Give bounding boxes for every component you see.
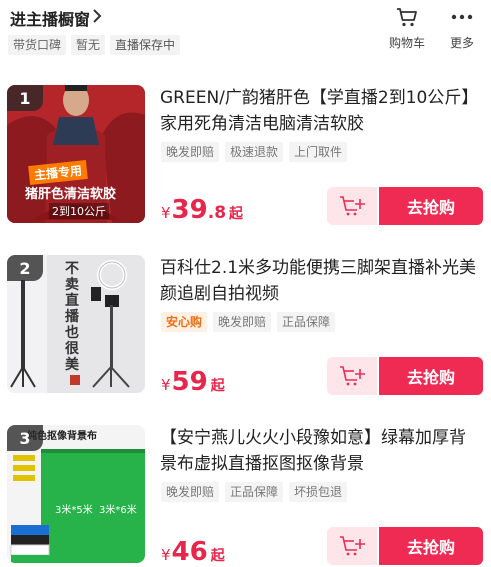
price-currency: ¥: [161, 204, 171, 222]
product-price: ¥ 59 起: [161, 367, 225, 397]
reputation-label: 带货口碑: [8, 35, 67, 55]
product-card[interactable]: 3 纯色抠像背景布 3米*5米 3米*6米 【安宁燕儿火火小段豫如意】绿幕加厚背…: [0, 425, 491, 567]
enter-showcase-link[interactable]: 进主播橱窗: [10, 6, 102, 30]
reputation-value: 暂无: [71, 35, 106, 55]
price-currency: ¥: [161, 376, 171, 394]
service-badge: 极速退款: [225, 142, 284, 162]
add-to-cart-button[interactable]: [327, 187, 377, 225]
price-currency: ¥: [161, 546, 171, 564]
service-badge: 正品保障: [225, 482, 284, 502]
add-to-cart-button[interactable]: [327, 527, 377, 565]
product-title[interactable]: 【安宁燕儿火火小段豫如意】绿幕加厚背景布虚拟直播抠图抠像背景: [160, 425, 480, 477]
price-decimal: .8: [207, 203, 227, 223]
buy-now-button[interactable]: 去抢购: [379, 527, 483, 565]
thumb-caption: 2到10公斤: [49, 203, 109, 219]
product-price: ¥ 39 .8 起: [161, 195, 243, 225]
shop-title-text: 进主播橱窗: [10, 10, 91, 29]
product-title[interactable]: GREEN/广韵猪肝色【学直播2到10公斤】家用死角清洁电脑清洁软胶: [160, 85, 480, 137]
thumb-caption: 猪肝色清洁软胶: [25, 187, 117, 202]
cart-button[interactable]: 购物车: [382, 4, 432, 51]
price-integer: 39: [171, 195, 208, 225]
more-label: 更多: [449, 36, 474, 50]
service-badges: 晚发即赔 极速退款 上门取件: [161, 142, 348, 162]
price-suffix: 起: [210, 378, 225, 394]
more-dots-icon: [437, 4, 487, 30]
buy-now-button[interactable]: 去抢购: [379, 187, 483, 225]
thumb-caption: 3米*5米: [55, 505, 93, 516]
price-suffix: 起: [229, 206, 244, 222]
service-badge: 晚发即赔: [213, 312, 272, 332]
reputation-tags: 带货口碑 暂无 直播保存中: [8, 35, 181, 55]
price-suffix: 起: [210, 548, 225, 564]
product-title[interactable]: 百科仕2.1米多功能便携三脚架直播补光美颜追剧自拍视频: [160, 255, 480, 307]
product-image[interactable]: 1 主播专用 猪肝色清洁软胶 2到10公斤: [7, 85, 145, 223]
add-cart-icon: [340, 536, 365, 556]
thumb-caption: 不卖直播也很美: [65, 261, 79, 373]
buy-now-button[interactable]: 去抢购: [379, 357, 483, 395]
service-badge: 上门取件: [289, 142, 348, 162]
shop-header: 进主播橱窗 带货口碑 暂无 直播保存中 购物车 更多: [0, 0, 491, 62]
more-button[interactable]: 更多: [437, 4, 487, 51]
rank-badge: 1: [7, 85, 43, 111]
rank-badge: 3: [7, 425, 43, 451]
product-image[interactable]: 3 纯色抠像背景布 3米*5米 3米*6米: [7, 425, 145, 563]
chevron-right-icon: [92, 9, 102, 27]
service-badges: 安心购 晚发即赔 正品保障: [161, 312, 336, 332]
product-image[interactable]: 2 不卖直播也很美: [7, 255, 145, 393]
service-badges: 晚发即赔 正品保障 坏损包退: [161, 482, 348, 502]
price-integer: 46: [171, 537, 208, 567]
service-badge: 晚发即赔: [161, 482, 220, 502]
service-badge: 晚发即赔: [161, 142, 220, 162]
live-status-tag: 直播保存中: [110, 35, 181, 55]
safe-buy-badge: 安心购: [161, 312, 208, 332]
price-integer: 59: [171, 367, 208, 397]
product-card[interactable]: 1 主播专用 猪肝色清洁软胶 2到10公斤 GREEN/广韵猪肝色【学直播2到1…: [0, 85, 491, 235]
service-badge: 坏损包退: [289, 482, 348, 502]
add-to-cart-button[interactable]: [327, 357, 377, 395]
add-cart-icon: [340, 196, 365, 216]
service-badge: 正品保障: [277, 312, 336, 332]
product-card[interactable]: 2 不卖直播也很美 百科仕2.1米多功能便携三脚架直播补光美颜追剧自拍视频 安心…: [0, 255, 491, 405]
cart-label: 购物车: [388, 36, 425, 50]
product-price: ¥ 46 起: [161, 537, 225, 567]
thumb-caption: 3米*6米: [99, 505, 137, 516]
rank-badge: 2: [7, 255, 43, 281]
add-cart-icon: [340, 366, 365, 386]
cart-icon: [382, 4, 432, 30]
